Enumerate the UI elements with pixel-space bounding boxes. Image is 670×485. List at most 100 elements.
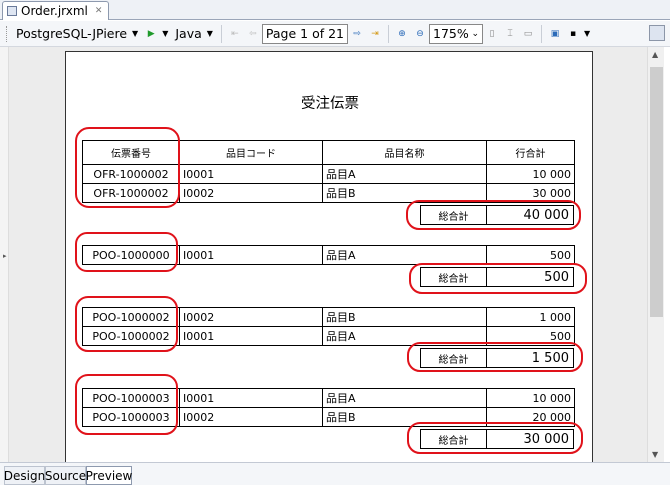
line-total-cell: 30 000 [486, 183, 575, 203]
table-header-row: 伝票番号 品目コード 品目名称 行合計 [82, 140, 575, 165]
fit-width-icon[interactable]: ▭ [521, 27, 535, 41]
run-options-chevron-down-icon[interactable]: ▼ [162, 29, 168, 38]
print-icon[interactable]: ▣ [548, 27, 562, 41]
group-table: 伝票番号 品目コード 品目名称 行合計 OFR-1000002 I0001 品目… [82, 140, 575, 203]
toolbar-grip [6, 25, 9, 42]
run-report-icon[interactable]: ▶ [144, 27, 158, 41]
editor-mode-tabs: Design Source Preview [0, 462, 670, 485]
tab-preview[interactable]: Preview [86, 466, 132, 485]
preview-toolbar: PostgreSQL-JPiere ▼ ▶ ▼ Java ▼ ⇤ ⇦ Page … [0, 21, 670, 47]
line-total-cell: 1 000 [486, 307, 575, 327]
total-label: 総合計 [421, 430, 487, 448]
next-page-icon[interactable]: ⇨ [350, 27, 364, 41]
report-page: 受注伝票 伝票番号 品目コード 品目名称 行合計 OFR-1000002 I00… [65, 51, 593, 462]
doc-no-cell: OFR-1000002 [82, 164, 180, 184]
item-name-cell: 品目B [322, 183, 487, 203]
line-total-cell: 20 000 [486, 407, 575, 427]
vertical-scrollbar[interactable]: ▲ ▼ [647, 47, 664, 462]
table-row: POO-1000002 I0002 品目B 1 000 [82, 307, 575, 327]
toolbar-separator [388, 24, 390, 43]
column-header-doc-no: 伝票番号 [82, 140, 180, 165]
table-row: OFR-1000002 I0002 品目B 30 000 [82, 183, 575, 203]
zoom-value: 175% [433, 26, 469, 41]
scrollbar-thumb[interactable] [650, 67, 663, 317]
item-code-cell: I0001 [179, 164, 323, 184]
datasource-select[interactable]: PostgreSQL-JPiere [16, 26, 127, 41]
zoom-chevron-down-icon[interactable]: ⌄ [471, 29, 479, 39]
zoom-combo[interactable]: 175% ⌄ [429, 23, 484, 44]
column-header-item-name: 品目名称 [322, 140, 487, 165]
export-save-icon[interactable]: ▪ [566, 27, 580, 41]
item-name-cell: 品目B [322, 407, 487, 427]
tab-source[interactable]: Source [45, 466, 86, 485]
last-page-icon[interactable]: ⇥ [368, 27, 382, 41]
report-viewport: 受注伝票 伝票番号 品目コード 品目名称 行合計 OFR-1000002 I00… [9, 47, 647, 462]
group-total: 総合計 40 000 [420, 205, 574, 225]
fit-page-icon[interactable]: ▯ [485, 27, 499, 41]
report-title: 受注伝票 [301, 96, 359, 112]
item-name-cell: 品目A [322, 245, 487, 265]
tab-design[interactable]: Design [4, 466, 45, 485]
group-total: 総合計 500 [420, 267, 574, 287]
item-code-cell: I0002 [179, 183, 323, 203]
doc-no-cell: POO-1000002 [82, 326, 180, 346]
doc-no-cell: POO-1000000 [82, 245, 180, 265]
line-total-cell: 500 [486, 245, 575, 265]
view-menu-icon[interactable] [649, 25, 665, 41]
editor-tab-order[interactable]: Order.jrxml ✕ [2, 1, 110, 20]
group-table: POO-1000002 I0002 品目B 1 000 POO-1000002 … [82, 307, 575, 346]
item-code-cell: I0001 [179, 388, 323, 408]
doc-no-cell: POO-1000002 [82, 307, 180, 327]
group-table: POO-1000003 I0001 品目A 10 000 POO-1000003… [82, 388, 575, 427]
editor-tab-label: Order.jrxml [21, 4, 88, 18]
total-value: 500 [544, 269, 569, 285]
fit-height-icon[interactable]: ⌶ [503, 27, 517, 41]
close-icon[interactable]: ✕ [95, 6, 103, 16]
group-total: 総合計 30 000 [420, 429, 574, 449]
total-value: 40 000 [523, 207, 570, 223]
item-name-cell: 品目A [322, 164, 487, 184]
left-gutter: ▸ [0, 47, 9, 462]
chevron-down-icon[interactable]: ▼ [132, 29, 138, 38]
total-label: 総合計 [421, 206, 487, 224]
table-row: POO-1000003 I0002 品目B 20 000 [82, 407, 575, 427]
group-table: POO-1000000 I0001 品目A 500 [82, 245, 575, 265]
table-row: POO-1000000 I0001 品目A 500 [82, 245, 575, 265]
toolbar-separator [541, 24, 543, 43]
first-page-icon[interactable]: ⇤ [228, 27, 242, 41]
scroll-up-icon[interactable]: ▲ [652, 50, 658, 59]
table-row: OFR-1000002 I0001 品目A 10 000 [82, 164, 575, 184]
jrxml-file-icon [7, 6, 17, 16]
zoom-out-icon[interactable]: ⊖ [413, 27, 427, 41]
zoom-in-icon[interactable]: ⊕ [395, 27, 409, 41]
doc-no-cell: POO-1000003 [82, 407, 180, 427]
line-total-cell: 500 [486, 326, 575, 346]
item-code-cell: I0001 [179, 326, 323, 346]
language-select[interactable]: Java [175, 26, 201, 41]
item-code-cell: I0002 [179, 307, 323, 327]
total-value: 30 000 [523, 431, 570, 447]
table-row: POO-1000003 I0001 品目A 10 000 [82, 388, 575, 408]
column-header-line-total: 行合計 [486, 140, 575, 165]
doc-no-cell: OFR-1000002 [82, 183, 180, 203]
previous-page-icon[interactable]: ⇦ [246, 27, 260, 41]
toolbar-separator [220, 24, 222, 43]
group-total: 総合計 1 500 [420, 348, 574, 368]
page-indicator[interactable]: Page 1 of 21 [261, 23, 349, 44]
item-name-cell: 品目A [322, 388, 487, 408]
line-total-cell: 10 000 [486, 388, 575, 408]
item-name-cell: 品目B [322, 307, 487, 327]
table-row: POO-1000002 I0001 品目A 500 [82, 326, 575, 346]
export-chevron-down-icon[interactable]: ▼ [584, 29, 590, 38]
column-header-item-code: 品目コード [179, 140, 323, 165]
item-name-cell: 品目A [322, 326, 487, 346]
expand-arrow-icon[interactable]: ▸ [3, 252, 7, 260]
doc-no-cell: POO-1000003 [82, 388, 180, 408]
total-label: 総合計 [421, 349, 487, 367]
editor-tab-bar: Order.jrxml ✕ [0, 0, 670, 20]
scroll-down-icon[interactable]: ▼ [652, 450, 658, 459]
line-total-cell: 10 000 [486, 164, 575, 184]
total-value: 1 500 [531, 350, 569, 366]
item-code-cell: I0001 [179, 245, 323, 265]
language-chevron-down-icon[interactable]: ▼ [207, 29, 213, 38]
